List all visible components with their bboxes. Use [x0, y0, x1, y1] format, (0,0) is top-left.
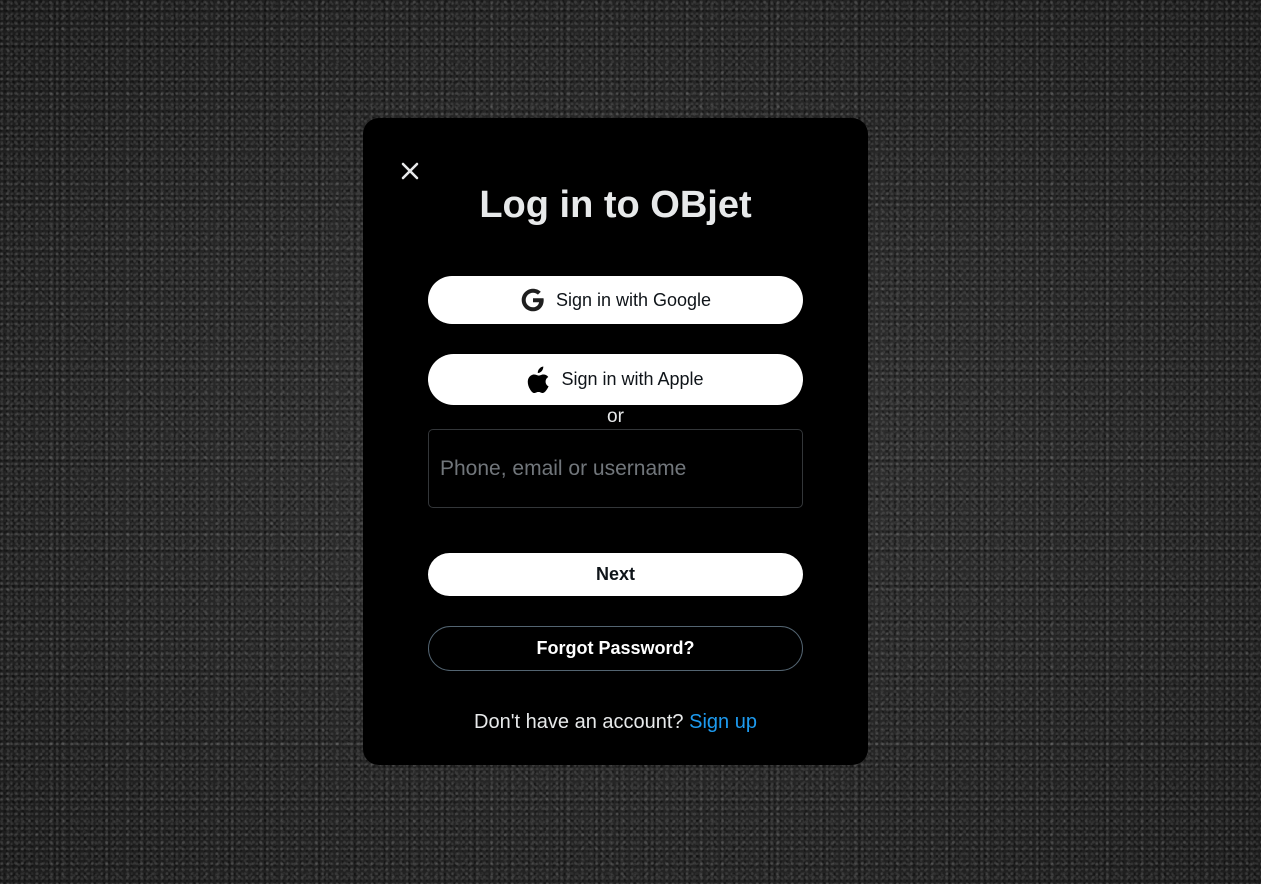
page-title: Log in to OBjet	[479, 184, 752, 226]
apple-icon	[527, 366, 551, 394]
forgot-password-label: Forgot Password?	[536, 638, 695, 658]
signup-prompt-text: Don't have an account?	[474, 711, 684, 733]
next-button-label: Next	[595, 564, 635, 584]
google-signin-button[interactable]: Sign in with Google	[428, 276, 803, 324]
or-divider: or	[607, 406, 624, 427]
google-icon	[520, 287, 546, 313]
apple-signin-button[interactable]: Sign in with Apple	[428, 354, 803, 405]
login-modal: Log in to OBjet Sign in with Google Sign…	[363, 118, 868, 765]
close-button[interactable]	[399, 160, 421, 182]
signup-link[interactable]: Sign up	[689, 711, 757, 733]
forgot-password-button[interactable]: Forgot Password?	[428, 626, 803, 671]
close-icon[interactable]	[399, 160, 421, 182]
next-button[interactable]: Next	[428, 553, 803, 596]
identifier-field[interactable]	[428, 429, 803, 508]
identifier-input[interactable]	[429, 430, 802, 507]
signup-prompt: Don't have an account? Sign up	[363, 711, 868, 734]
apple-signin-label: Sign in with Apple	[561, 369, 704, 389]
google-signin-label: Sign in with Google	[555, 289, 712, 310]
